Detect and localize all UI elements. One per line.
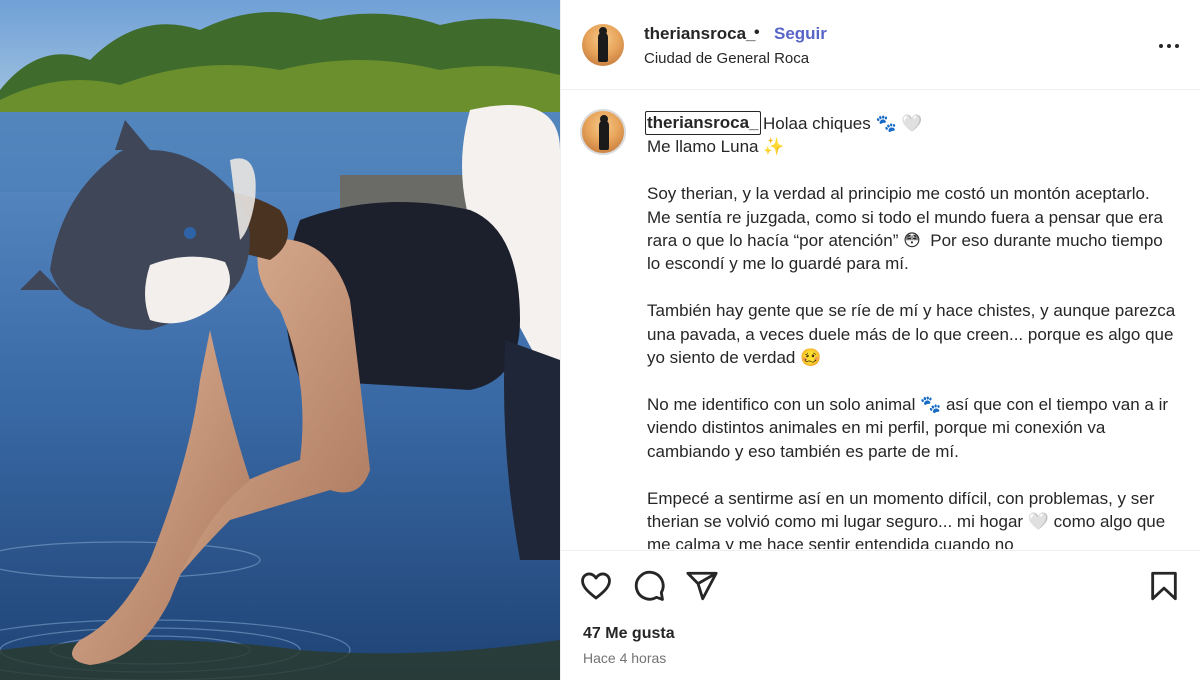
separator-dot: • [754, 24, 760, 41]
caption-avatar[interactable] [580, 109, 626, 155]
photo-illustration [0, 0, 560, 680]
post-header: theriansroca_ • Seguir Ciudad de General… [561, 0, 1200, 90]
post-actions: 47 Me gusta Hace 4 horas [561, 550, 1200, 680]
share-icon[interactable] [685, 569, 719, 603]
header-username[interactable]: theriansroca_ [644, 24, 756, 44]
profile-avatar[interactable] [582, 24, 624, 66]
post-panel: theriansroca_ • Seguir Ciudad de General… [560, 0, 1200, 680]
post-location[interactable]: Ciudad de General Roca [644, 50, 809, 67]
post-photo[interactable] [0, 0, 560, 680]
more-options-icon[interactable] [1157, 34, 1181, 58]
caption-text: Holaa chiques 🐾 🤍 Me llamo Luna ✨ Soy th… [647, 112, 1177, 549]
heart-icon[interactable] [579, 569, 613, 603]
caption-body: Holaa chiques 🐾 🤍 Me llamo Luna ✨ Soy th… [647, 114, 1176, 549]
post-time: Hace 4 horas [583, 650, 667, 666]
likes-count[interactable]: 47 Me gusta [583, 625, 675, 643]
instagram-post: theriansroca_ • Seguir Ciudad de General… [0, 0, 1200, 680]
post-caption: theriansroca_ Holaa chiques 🐾 🤍 Me llamo… [561, 91, 1200, 549]
bookmark-icon[interactable] [1147, 569, 1181, 603]
comment-icon[interactable] [632, 569, 666, 603]
follow-button[interactable]: Seguir [774, 24, 827, 44]
